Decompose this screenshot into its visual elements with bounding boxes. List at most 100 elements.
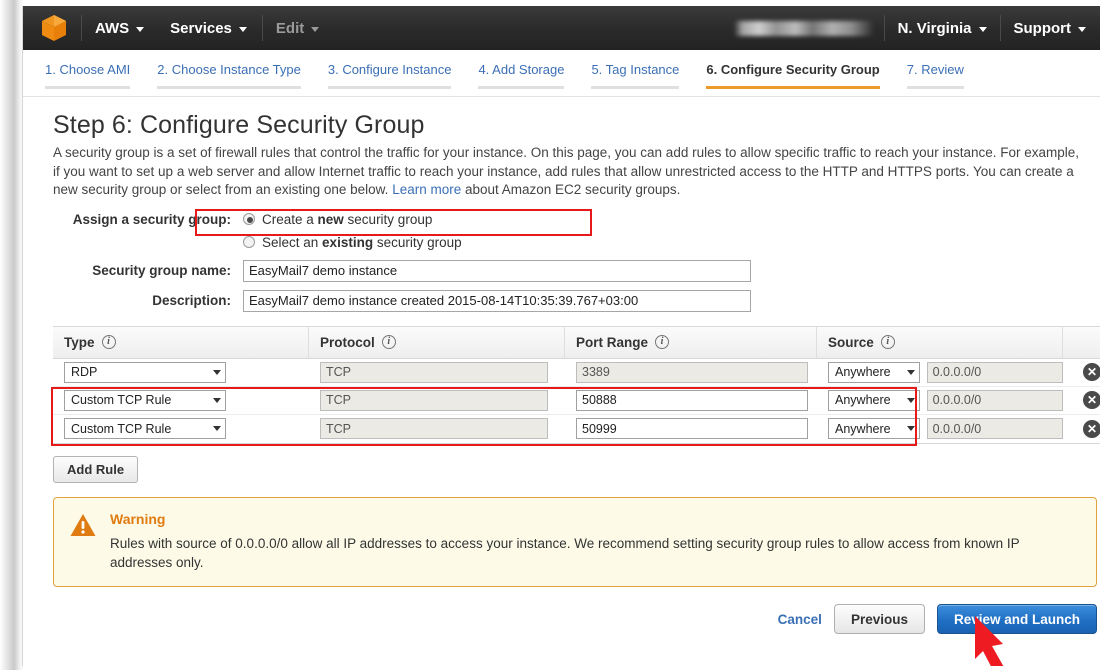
nav-item-label: Services bbox=[170, 19, 232, 37]
info-icon-type[interactable]: i bbox=[101, 335, 116, 350]
chevron-down-icon bbox=[311, 26, 320, 32]
rule-source-cidr: 0.0.0.0/0 bbox=[926, 389, 1063, 411]
table-row: Custom TCP Rule TCP 50888 Anywhere 0.0.0… bbox=[53, 386, 1100, 415]
warning-title: Warning bbox=[110, 510, 166, 527]
support-menu[interactable]: Support bbox=[1001, 6, 1100, 50]
rule-protocol-value: TCP bbox=[320, 418, 548, 440]
warning-panel: Warning Rules with source of 0.0.0.0/0 a… bbox=[53, 496, 1097, 588]
aws-top-navigation: AWS Services Edit N. Virginia Support bbox=[23, 6, 1100, 50]
rule-port-input[interactable]: 50999 bbox=[576, 418, 808, 440]
cell-protocol: TCP bbox=[309, 415, 565, 443]
column-header-label: Port Range bbox=[576, 334, 649, 350]
cell-type: Custom TCP Rule bbox=[53, 415, 309, 443]
close-circle-icon[interactable]: ✕ bbox=[1083, 363, 1100, 382]
rule-source-select[interactable]: Anywhere bbox=[828, 418, 920, 440]
description-part-2: about Amazon EC2 security groups. bbox=[461, 182, 681, 198]
tab-configure-security-group[interactable]: 6. Configure Security Group bbox=[706, 50, 880, 89]
learn-more-link[interactable]: Learn more bbox=[392, 182, 461, 197]
table-row: RDP TCP 3389 Anywhere 0.0.0.0/0 ✕ bbox=[53, 358, 1100, 387]
browser-window-frame: AWS Services Edit N. Virginia Support 1.… bbox=[0, 0, 1104, 670]
rule-port-value: 3389 bbox=[576, 361, 808, 383]
assign-security-group-block: Assign a security group: Create a new se… bbox=[53, 208, 1081, 312]
assign-row-existing: Select an existing security group bbox=[53, 235, 1081, 250]
nav-item-edit[interactable]: Edit bbox=[263, 6, 332, 50]
tab-review[interactable]: 7. Review bbox=[906, 50, 964, 89]
review-and-launch-button[interactable]: Review and Launch bbox=[936, 604, 1097, 635]
cell-port-range: 3389 bbox=[565, 358, 817, 386]
column-header-type: Type i bbox=[53, 326, 309, 359]
cell-type: RDP bbox=[53, 358, 309, 386]
page-viewport: AWS Services Edit N. Virginia Support 1.… bbox=[22, 6, 1100, 666]
rule-type-select[interactable]: Custom TCP Rule bbox=[64, 418, 226, 440]
rule-source-select[interactable]: Anywhere bbox=[828, 389, 920, 411]
column-header-protocol: Protocol i bbox=[309, 326, 565, 359]
column-header-delete bbox=[1063, 326, 1100, 358]
security-group-name-input[interactable] bbox=[243, 259, 751, 282]
security-group-rules-table: Type i Protocol i Port Range i Source i bbox=[51, 325, 1100, 446]
cell-delete: ✕ bbox=[1063, 386, 1100, 414]
rule-source-select[interactable]: Anywhere bbox=[828, 361, 920, 383]
cancel-button[interactable]: Cancel bbox=[778, 612, 822, 627]
topbar-right-group: N. Virginia Support bbox=[733, 6, 1100, 50]
tab-choose-ami[interactable]: 1. Choose AMI bbox=[45, 50, 131, 89]
column-header-port-range: Port Range i bbox=[565, 326, 817, 359]
chevron-down-icon bbox=[213, 426, 221, 432]
wizard-footer: Cancel Previous Review and Launch bbox=[53, 604, 1097, 635]
info-icon-protocol[interactable]: i bbox=[381, 335, 396, 350]
chevron-down-icon bbox=[978, 26, 987, 32]
table-header-row: Type i Protocol i Port Range i Source i bbox=[53, 326, 1100, 359]
cell-delete: ✕ bbox=[1063, 358, 1100, 386]
rule-source-cidr: 0.0.0.0/0 bbox=[926, 361, 1063, 383]
rule-type-select[interactable]: RDP bbox=[64, 361, 226, 383]
region-selector[interactable]: N. Virginia bbox=[885, 6, 1000, 50]
rule-type-select[interactable]: Custom TCP Rule bbox=[64, 389, 226, 411]
region-label: N. Virginia bbox=[897, 19, 972, 37]
rule-source-value: Anywhere bbox=[835, 421, 891, 436]
tab-configure-instance[interactable]: 3. Configure Instance bbox=[327, 50, 452, 89]
aws-cube-icon[interactable] bbox=[41, 14, 67, 42]
column-header-label: Type bbox=[64, 334, 95, 350]
info-icon-source[interactable]: i bbox=[880, 335, 895, 350]
warning-body: Warning Rules with source of 0.0.0.0/0 a… bbox=[110, 511, 1080, 572]
security-group-name-row: Security group name: bbox=[53, 259, 1081, 282]
support-label: Support bbox=[1013, 19, 1072, 37]
chevron-down-icon bbox=[906, 397, 915, 403]
radio-create-new-security-group[interactable]: Create a new security group bbox=[243, 212, 432, 227]
chevron-down-icon bbox=[136, 26, 145, 32]
cell-port-range: 50888 bbox=[565, 386, 817, 414]
radio-icon-checked[interactable] bbox=[243, 213, 255, 226]
cell-source: Anywhere 0.0.0.0/0 bbox=[817, 386, 1063, 414]
tab-choose-instance-type[interactable]: 2. Choose Instance Type bbox=[157, 50, 301, 89]
tab-add-storage[interactable]: 4. Add Storage bbox=[478, 50, 565, 89]
warning-triangle-icon bbox=[70, 513, 96, 537]
rule-type-value: Custom TCP Rule bbox=[71, 393, 172, 408]
nav-item-label: Edit bbox=[275, 19, 305, 37]
description-row: Description: bbox=[53, 289, 1081, 312]
info-icon-port-range[interactable]: i bbox=[655, 335, 670, 350]
nav-item-services[interactable]: Services bbox=[157, 6, 260, 50]
radio-select-existing-security-group[interactable]: Select an existing security group bbox=[243, 235, 462, 250]
close-circle-icon[interactable]: ✕ bbox=[1083, 391, 1100, 410]
rule-source-value: Anywhere bbox=[835, 365, 891, 380]
cell-delete: ✕ bbox=[1063, 415, 1100, 443]
cell-protocol: TCP bbox=[309, 386, 565, 414]
radio-label-new: Create a new security group bbox=[262, 211, 433, 227]
rule-protocol-value: TCP bbox=[320, 361, 548, 383]
chevron-down-icon bbox=[1078, 26, 1086, 32]
cell-source: Anywhere 0.0.0.0/0 bbox=[817, 415, 1063, 443]
rule-source-cidr: 0.0.0.0/0 bbox=[926, 418, 1063, 440]
previous-button[interactable]: Previous bbox=[833, 604, 925, 635]
page-title: Step 6: Configure Security Group bbox=[53, 111, 425, 139]
nav-item-aws[interactable]: AWS bbox=[82, 6, 157, 50]
account-name-redacted[interactable] bbox=[733, 20, 874, 36]
nav-item-label: AWS bbox=[95, 19, 130, 37]
add-rule-button[interactable]: Add Rule bbox=[53, 455, 139, 483]
radio-icon-unchecked[interactable] bbox=[243, 236, 255, 249]
cell-protocol: TCP bbox=[309, 358, 565, 386]
close-circle-icon[interactable]: ✕ bbox=[1083, 419, 1100, 438]
rule-port-input[interactable]: 50888 bbox=[576, 389, 808, 411]
description-input[interactable] bbox=[243, 289, 751, 312]
tab-tag-instance[interactable]: 5. Tag Instance bbox=[591, 50, 680, 89]
chevron-down-icon bbox=[213, 369, 221, 375]
cell-type: Custom TCP Rule bbox=[53, 386, 309, 414]
